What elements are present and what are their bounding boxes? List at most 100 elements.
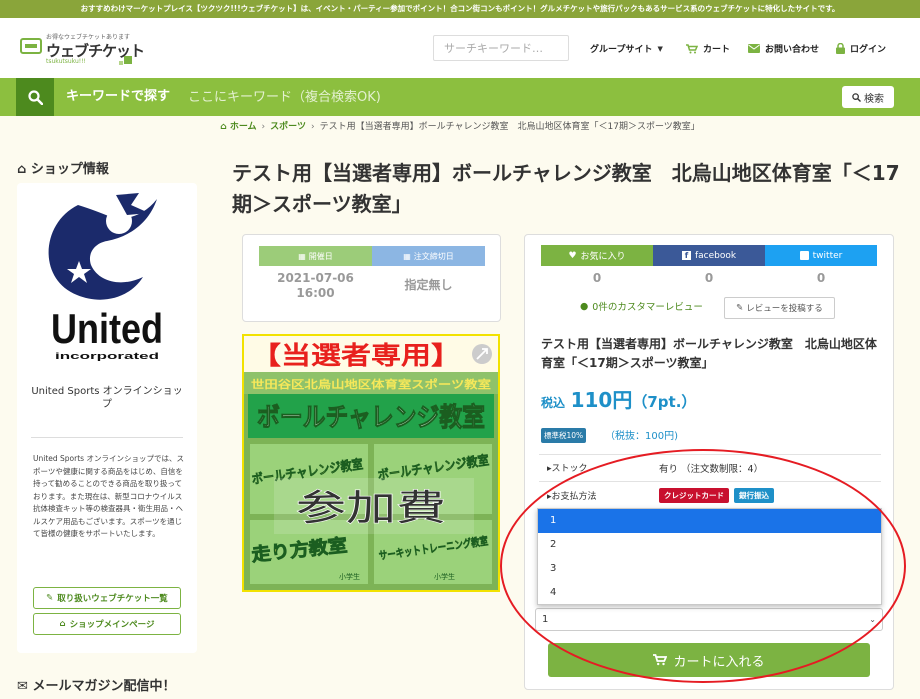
tax-rate-badge: 標準税10% <box>541 428 587 443</box>
facebook-label: facebook <box>694 250 737 261</box>
nav-contact[interactable]: お問い合わせ <box>748 42 819 55</box>
quantity-option[interactable]: 4 <box>538 581 881 605</box>
deadline-value: 指定無し <box>404 278 453 292</box>
price-excluding-tax: （税抜：100円) <box>605 431 678 442</box>
event-date-value: 2021-07-06 16:00 <box>277 271 354 300</box>
quantity-select[interactable]: 1 ⌄ <box>535 608 883 631</box>
product-image[interactable]: 【当選者専用】 世田谷区北烏山地区体育室スポーツ教室 ボールチャレンジ教室 ボー… <box>242 334 500 592</box>
nav-contact-label: お問い合わせ <box>765 45 820 55</box>
keyword-search-button[interactable]: 検索 <box>842 86 894 108</box>
image-grade-2-text: 小学生 <box>434 572 455 581</box>
home-icon: ⌂ <box>220 122 227 132</box>
site-logo[interactable]: お得なウェブチケットあります ウェブチケット tsukutsuku!!! <box>20 32 145 66</box>
ticket-icon: ✎ <box>46 593 54 603</box>
nav-login-label: ログイン <box>850 45 887 55</box>
event-date-card: ▦ 開催日 ▦ 注文締切日 2021-07-06 16:00 指定無し <box>242 234 501 322</box>
breadcrumb-current: テスト用【当選者専用】ボールチャレンジ教室 北烏山地区体育室「＜17期＞スポーツ… <box>319 122 700 132</box>
post-review-button[interactable]: ✎ レビューを投稿する <box>724 297 835 319</box>
search-icon <box>27 89 43 105</box>
image-poster-title: 世田谷区北烏山地区体育室スポーツ教室 <box>251 377 491 391</box>
caret-down-icon: ▼ <box>657 44 663 53</box>
ticket-list-button-label: 取り扱いウェブチケット一覧 <box>57 594 168 604</box>
nav-group-sites[interactable]: グループサイト ▼ <box>590 42 663 56</box>
customer-review-count: 0件のカスタマーレビュー <box>592 302 703 313</box>
quantity-value: 1 <box>542 614 549 625</box>
site-search-input[interactable] <box>433 35 569 61</box>
favorite-count: 0 <box>592 271 602 285</box>
product-name: テスト用【当選者専用】ボールチャレンジ教室 北烏山地区体育室「＜17期＞スポーツ… <box>541 337 877 370</box>
payment-bank-badge: 銀行振込 <box>734 488 774 503</box>
site-header: お得なウェブチケットあります ウェブチケット tsukutsuku!!! グルー… <box>0 18 920 78</box>
price-value: 110円 <box>570 388 633 412</box>
product-info-card: ♥ お気に入り f facebook twitter 0 0 0 ● 0件のカス… <box>524 234 894 690</box>
facebook-count: 0 <box>704 271 714 285</box>
quantity-dropdown-list: 1 2 3 4 <box>537 508 882 605</box>
quantity-option[interactable]: 2 <box>538 533 881 557</box>
breadcrumb: ⌂ ホーム › スポーツ › テスト用【当選者専用】ボールチャレンジ教室 北烏山地区体育… <box>0 116 920 138</box>
event-date-header: ▦ 開催日 <box>259 246 372 266</box>
divider <box>539 454 881 455</box>
breadcrumb-separator: › <box>261 122 266 132</box>
quantity-option[interactable]: 1 <box>538 509 881 533</box>
edit-icon: ✎ <box>736 303 744 313</box>
logo-subtext: tsukutsuku!!! <box>46 58 86 65</box>
comment-icon: ● <box>580 300 589 312</box>
post-review-label: レビューを投稿する <box>746 304 823 314</box>
product-image-graphic: 【当選者専用】 世田谷区北烏山地区体育室スポーツ教室 ボールチャレンジ教室 ボー… <box>244 336 498 590</box>
stock-label: ▸ストック <box>547 464 588 474</box>
lock-icon <box>836 43 845 54</box>
add-to-cart-label: カートに入れる <box>673 654 765 670</box>
payment-label: ▸お支払方法 <box>547 492 597 502</box>
shop-logo-subtext: incorporated <box>55 351 159 361</box>
nav-login[interactable]: ログイン <box>836 42 886 55</box>
event-date-label: 開催日 <box>308 251 333 261</box>
twitter-count: 0 <box>816 271 826 285</box>
image-grade-1-text: 小学生 <box>339 572 360 581</box>
shop-name[interactable]: United Sports オンラインショップ <box>31 385 183 411</box>
keyword-search-icon-button[interactable] <box>16 78 54 116</box>
shop-main-page-button[interactable]: ⌂ ショップメインページ <box>33 613 181 635</box>
heart-icon: ♥ <box>568 250 577 261</box>
nav-group-label: グループサイト <box>590 45 653 55</box>
divider <box>31 437 183 438</box>
add-to-cart-button[interactable]: カートに入れる <box>548 643 870 677</box>
shop-logo[interactable]: United incorporated <box>31 191 183 369</box>
ticket-icon <box>20 38 42 54</box>
facebook-share-button[interactable]: f facebook <box>653 245 765 266</box>
favorite-button[interactable]: ♥ お気に入り <box>541 245 653 266</box>
keyword-search-label: キーワードで探す <box>66 89 171 104</box>
calendar-check-icon: ▦ <box>403 251 411 261</box>
customer-review-link[interactable]: ● 0件のカスタマーレビュー <box>580 299 703 314</box>
deadline-label: 注文締切日 <box>413 251 454 261</box>
ticket-list-button[interactable]: ✎ 取り扱いウェブチケット一覧 <box>33 587 181 609</box>
cart-icon <box>653 654 668 666</box>
price-points: （7pt.） <box>632 393 697 411</box>
shop-logo-text: United <box>51 305 163 352</box>
page-title: テスト用【当選者専用】ボールチャレンジ教室 北烏山地区体育室「＜17期＞スポーツ… <box>232 161 900 216</box>
envelope-icon <box>748 44 760 53</box>
breadcrumb-category[interactable]: スポーツ <box>270 122 306 132</box>
calendar-icon: ▦ <box>298 251 306 261</box>
breadcrumb-home[interactable]: ⌂ ホーム <box>220 122 256 132</box>
logo-square <box>124 56 132 64</box>
shop-description: United Sports オンラインショップでは、スポーツや健康に関する商品を… <box>33 454 184 538</box>
breadcrumb-separator: › <box>310 122 315 132</box>
home-icon: ⌂ <box>17 162 27 177</box>
keyword-search-bar: キーワードで探す 検索 <box>0 78 920 116</box>
deadline-header: ▦ 注文締切日 <box>372 246 485 266</box>
quantity-option[interactable]: 3 <box>538 557 881 581</box>
newsletter-heading: ✉ メールマガジン配信中！ <box>17 679 176 694</box>
logo-square-small <box>119 61 123 65</box>
cart-icon <box>686 43 698 53</box>
image-banner-text: 【当選者専用】 <box>251 341 461 370</box>
twitter-share-button[interactable]: twitter <box>765 245 877 266</box>
shop-main-page-button-label: ショップメインページ <box>69 620 155 630</box>
chevron-down-icon: ⌄ <box>869 615 876 624</box>
shop-info-card: United incorporated United Sports オンラインシ… <box>17 183 197 653</box>
nav-cart[interactable]: カート <box>686 42 730 55</box>
facebook-icon: f <box>681 251 691 260</box>
search-icon <box>852 92 861 102</box>
image-heading-text: ボールチャレンジ教室 <box>257 402 485 433</box>
payment-credit-badge: クレジットカード <box>659 488 729 503</box>
keyword-search-input[interactable] <box>188 86 568 108</box>
